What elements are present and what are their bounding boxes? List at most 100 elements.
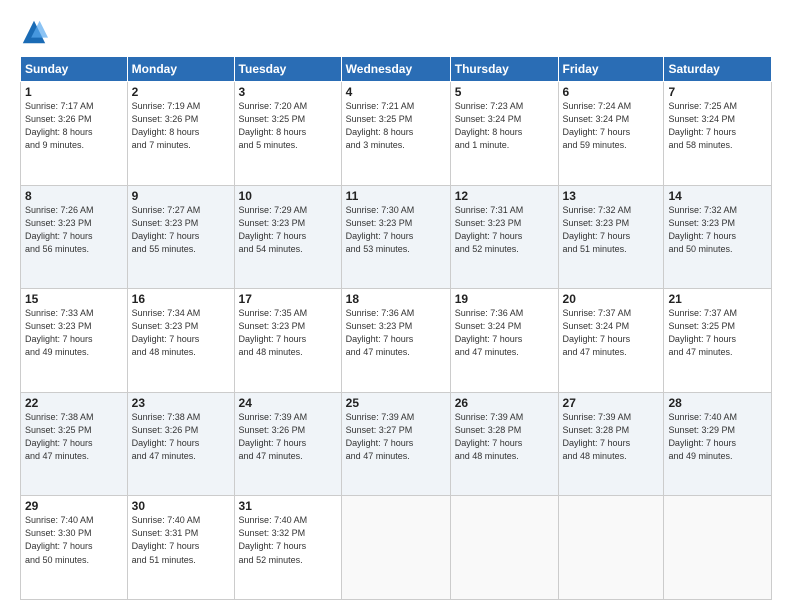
calendar-table: SundayMondayTuesdayWednesdayThursdayFrid… [20,56,772,600]
day-number: 25 [346,396,446,410]
day-number: 29 [25,499,123,513]
day-number: 20 [563,292,660,306]
day-number: 10 [239,189,337,203]
calendar-cell: 21Sunrise: 7:37 AM Sunset: 3:25 PM Dayli… [664,289,772,393]
day-info: Sunrise: 7:40 AM Sunset: 3:31 PM Dayligh… [132,514,230,566]
calendar-cell: 29Sunrise: 7:40 AM Sunset: 3:30 PM Dayli… [21,496,128,600]
calendar-cell: 30Sunrise: 7:40 AM Sunset: 3:31 PM Dayli… [127,496,234,600]
day-number: 18 [346,292,446,306]
calendar-cell: 20Sunrise: 7:37 AM Sunset: 3:24 PM Dayli… [558,289,664,393]
calendar-cell: 2Sunrise: 7:19 AM Sunset: 3:26 PM Daylig… [127,82,234,186]
calendar-week-5: 29Sunrise: 7:40 AM Sunset: 3:30 PM Dayli… [21,496,772,600]
day-number: 7 [668,85,767,99]
day-info: Sunrise: 7:40 AM Sunset: 3:30 PM Dayligh… [25,514,123,566]
calendar-cell: 4Sunrise: 7:21 AM Sunset: 3:25 PM Daylig… [341,82,450,186]
calendar-cell: 13Sunrise: 7:32 AM Sunset: 3:23 PM Dayli… [558,185,664,289]
calendar-week-1: 1Sunrise: 7:17 AM Sunset: 3:26 PM Daylig… [21,82,772,186]
calendar-week-2: 8Sunrise: 7:26 AM Sunset: 3:23 PM Daylig… [21,185,772,289]
calendar-cell: 17Sunrise: 7:35 AM Sunset: 3:23 PM Dayli… [234,289,341,393]
calendar-cell: 18Sunrise: 7:36 AM Sunset: 3:23 PM Dayli… [341,289,450,393]
day-info: Sunrise: 7:23 AM Sunset: 3:24 PM Dayligh… [455,100,554,152]
calendar-cell: 24Sunrise: 7:39 AM Sunset: 3:26 PM Dayli… [234,392,341,496]
day-info: Sunrise: 7:32 AM Sunset: 3:23 PM Dayligh… [668,204,767,256]
day-number: 2 [132,85,230,99]
day-number: 23 [132,396,230,410]
day-number: 13 [563,189,660,203]
dow-header-tuesday: Tuesday [234,57,341,82]
calendar-cell: 12Sunrise: 7:31 AM Sunset: 3:23 PM Dayli… [450,185,558,289]
calendar-cell: 26Sunrise: 7:39 AM Sunset: 3:28 PM Dayli… [450,392,558,496]
calendar-cell: 10Sunrise: 7:29 AM Sunset: 3:23 PM Dayli… [234,185,341,289]
day-number: 5 [455,85,554,99]
calendar-cell: 5Sunrise: 7:23 AM Sunset: 3:24 PM Daylig… [450,82,558,186]
logo [20,18,54,46]
day-info: Sunrise: 7:32 AM Sunset: 3:23 PM Dayligh… [563,204,660,256]
day-number: 19 [455,292,554,306]
day-info: Sunrise: 7:26 AM Sunset: 3:23 PM Dayligh… [25,204,123,256]
day-number: 17 [239,292,337,306]
day-info: Sunrise: 7:39 AM Sunset: 3:26 PM Dayligh… [239,411,337,463]
day-info: Sunrise: 7:36 AM Sunset: 3:24 PM Dayligh… [455,307,554,359]
day-info: Sunrise: 7:31 AM Sunset: 3:23 PM Dayligh… [455,204,554,256]
day-number: 1 [25,85,123,99]
day-number: 28 [668,396,767,410]
calendar-cell: 28Sunrise: 7:40 AM Sunset: 3:29 PM Dayli… [664,392,772,496]
day-number: 11 [346,189,446,203]
calendar-cell [558,496,664,600]
day-number: 3 [239,85,337,99]
calendar-cell: 16Sunrise: 7:34 AM Sunset: 3:23 PM Dayli… [127,289,234,393]
page: SundayMondayTuesdayWednesdayThursdayFrid… [0,0,792,612]
day-info: Sunrise: 7:39 AM Sunset: 3:28 PM Dayligh… [455,411,554,463]
day-number: 31 [239,499,337,513]
day-info: Sunrise: 7:38 AM Sunset: 3:25 PM Dayligh… [25,411,123,463]
dow-header-thursday: Thursday [450,57,558,82]
calendar-cell [664,496,772,600]
day-info: Sunrise: 7:25 AM Sunset: 3:24 PM Dayligh… [668,100,767,152]
day-number: 24 [239,396,337,410]
dow-header-wednesday: Wednesday [341,57,450,82]
day-info: Sunrise: 7:36 AM Sunset: 3:23 PM Dayligh… [346,307,446,359]
day-info: Sunrise: 7:33 AM Sunset: 3:23 PM Dayligh… [25,307,123,359]
logo-icon [20,18,48,46]
day-number: 22 [25,396,123,410]
calendar-cell: 8Sunrise: 7:26 AM Sunset: 3:23 PM Daylig… [21,185,128,289]
header [20,18,772,46]
day-info: Sunrise: 7:17 AM Sunset: 3:26 PM Dayligh… [25,100,123,152]
day-number: 9 [132,189,230,203]
calendar-week-3: 15Sunrise: 7:33 AM Sunset: 3:23 PM Dayli… [21,289,772,393]
calendar-cell: 19Sunrise: 7:36 AM Sunset: 3:24 PM Dayli… [450,289,558,393]
dow-header-friday: Friday [558,57,664,82]
day-number: 8 [25,189,123,203]
day-info: Sunrise: 7:40 AM Sunset: 3:32 PM Dayligh… [239,514,337,566]
calendar-cell: 7Sunrise: 7:25 AM Sunset: 3:24 PM Daylig… [664,82,772,186]
dow-header-saturday: Saturday [664,57,772,82]
day-number: 30 [132,499,230,513]
day-number: 15 [25,292,123,306]
calendar-cell: 6Sunrise: 7:24 AM Sunset: 3:24 PM Daylig… [558,82,664,186]
day-number: 12 [455,189,554,203]
day-info: Sunrise: 7:39 AM Sunset: 3:28 PM Dayligh… [563,411,660,463]
day-info: Sunrise: 7:24 AM Sunset: 3:24 PM Dayligh… [563,100,660,152]
calendar-cell: 9Sunrise: 7:27 AM Sunset: 3:23 PM Daylig… [127,185,234,289]
day-info: Sunrise: 7:39 AM Sunset: 3:27 PM Dayligh… [346,411,446,463]
day-info: Sunrise: 7:40 AM Sunset: 3:29 PM Dayligh… [668,411,767,463]
calendar-body: 1Sunrise: 7:17 AM Sunset: 3:26 PM Daylig… [21,82,772,600]
day-number: 6 [563,85,660,99]
day-info: Sunrise: 7:35 AM Sunset: 3:23 PM Dayligh… [239,307,337,359]
day-info: Sunrise: 7:37 AM Sunset: 3:25 PM Dayligh… [668,307,767,359]
day-info: Sunrise: 7:20 AM Sunset: 3:25 PM Dayligh… [239,100,337,152]
calendar-cell: 1Sunrise: 7:17 AM Sunset: 3:26 PM Daylig… [21,82,128,186]
calendar-cell: 23Sunrise: 7:38 AM Sunset: 3:26 PM Dayli… [127,392,234,496]
calendar-cell: 3Sunrise: 7:20 AM Sunset: 3:25 PM Daylig… [234,82,341,186]
calendar-cell: 22Sunrise: 7:38 AM Sunset: 3:25 PM Dayli… [21,392,128,496]
day-number: 14 [668,189,767,203]
calendar-cell: 25Sunrise: 7:39 AM Sunset: 3:27 PM Dayli… [341,392,450,496]
day-info: Sunrise: 7:27 AM Sunset: 3:23 PM Dayligh… [132,204,230,256]
calendar-cell: 15Sunrise: 7:33 AM Sunset: 3:23 PM Dayli… [21,289,128,393]
dow-header-monday: Monday [127,57,234,82]
calendar-cell: 11Sunrise: 7:30 AM Sunset: 3:23 PM Dayli… [341,185,450,289]
calendar-cell: 27Sunrise: 7:39 AM Sunset: 3:28 PM Dayli… [558,392,664,496]
day-info: Sunrise: 7:21 AM Sunset: 3:25 PM Dayligh… [346,100,446,152]
calendar-cell [341,496,450,600]
day-info: Sunrise: 7:19 AM Sunset: 3:26 PM Dayligh… [132,100,230,152]
